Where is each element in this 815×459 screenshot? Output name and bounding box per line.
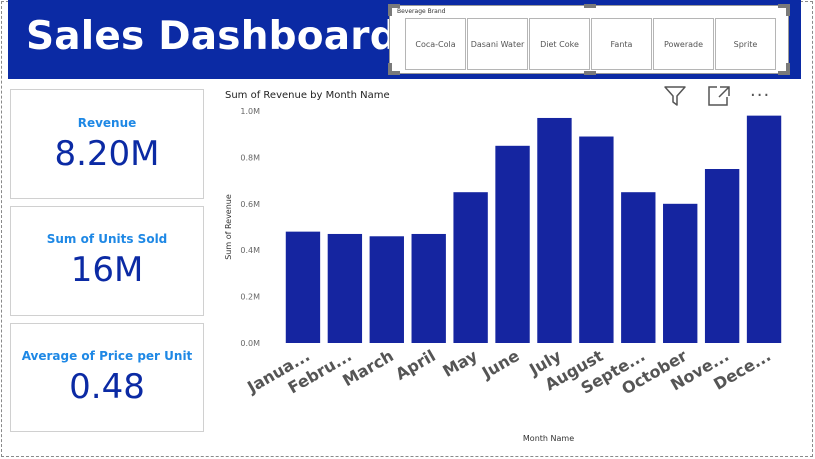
resize-handle-bottom-right-v[interactable] [786, 63, 790, 75]
slicer-item-sprite[interactable]: Sprite [715, 18, 776, 70]
bar-chart-svg: 0.0M0.2M0.4M0.6M0.8M1.0MSum of RevenueJa… [224, 107, 782, 443]
kpi-label: Average of Price per Unit [21, 349, 193, 363]
bar-4 [453, 192, 488, 343]
slicer-title: Beverage Brand [397, 8, 446, 15]
bar-6 [537, 117, 572, 344]
x-axis-label: Month Name [523, 434, 574, 443]
kpi-card-revenue[interactable]: Revenue 8.20M [10, 89, 204, 199]
kpi-label: Sum of Units Sold [46, 232, 168, 246]
x-tick-label: April [392, 346, 438, 384]
kpi-card-units-sold[interactable]: Sum of Units Sold 16M [10, 206, 204, 316]
header-banner: Sales Dashboard Beverage Brand Coca-Cola… [8, 0, 801, 79]
y-axis-label: Sum of Revenue [224, 194, 233, 260]
slicer-item-diet-coke[interactable]: Diet Coke [529, 18, 590, 70]
slicer-item-powerade[interactable]: Powerade [653, 18, 714, 70]
y-tick-label: 0.6M [240, 200, 260, 209]
kpi-value: 8.20M [54, 134, 160, 174]
bar-2 [369, 236, 404, 343]
y-tick-label: 0.2M [240, 293, 260, 302]
bar-3 [411, 233, 446, 343]
bar-11 [746, 115, 782, 343]
revenue-by-month-chart[interactable]: Sum of Revenue by Month Name ... 0.0M 0.2… [215, 80, 810, 452]
bar-0 [285, 231, 321, 343]
bar-5 [495, 145, 530, 343]
resize-handle-bottom-left-v[interactable] [388, 63, 392, 75]
slicer-items: Coca-Cola Dasani Water Diet Coke Fanta P… [405, 18, 777, 70]
kpi-card-avg-price[interactable]: Average of Price per Unit 0.48 [10, 323, 204, 432]
y-tick-label: 0.4M [240, 246, 260, 255]
resize-handle-top-right-v[interactable] [786, 4, 790, 16]
bar-10 [704, 169, 740, 343]
x-tick-label: June [478, 346, 523, 383]
bar-8 [621, 192, 656, 343]
resize-handle-bottom-mid[interactable] [584, 71, 596, 75]
slicer-item-fanta[interactable]: Fanta [591, 18, 652, 70]
kpi-value: 0.48 [69, 367, 145, 407]
kpi-label: Revenue [77, 116, 137, 130]
slicer-item-coca-cola[interactable]: Coca-Cola [405, 18, 466, 70]
slicer-item-dasani-water[interactable]: Dasani Water [467, 18, 528, 70]
bar-1 [327, 233, 363, 343]
y-tick-label: 0.8M [240, 153, 260, 162]
y-tick-label: 1.0M [240, 107, 260, 116]
dashboard-title: Sales Dashboard [26, 14, 398, 59]
brand-slicer[interactable]: Beverage Brand Coca-Cola Dasani Water Di… [388, 4, 790, 75]
x-tick-label: May [439, 346, 481, 381]
kpi-value: 16M [70, 250, 144, 290]
bar-7 [579, 136, 614, 343]
y-tick-label: 0.0M [240, 339, 260, 348]
resize-handle-top-left-v[interactable] [388, 4, 392, 16]
bar-9 [663, 203, 698, 343]
resize-handle-top-mid[interactable] [584, 4, 596, 8]
